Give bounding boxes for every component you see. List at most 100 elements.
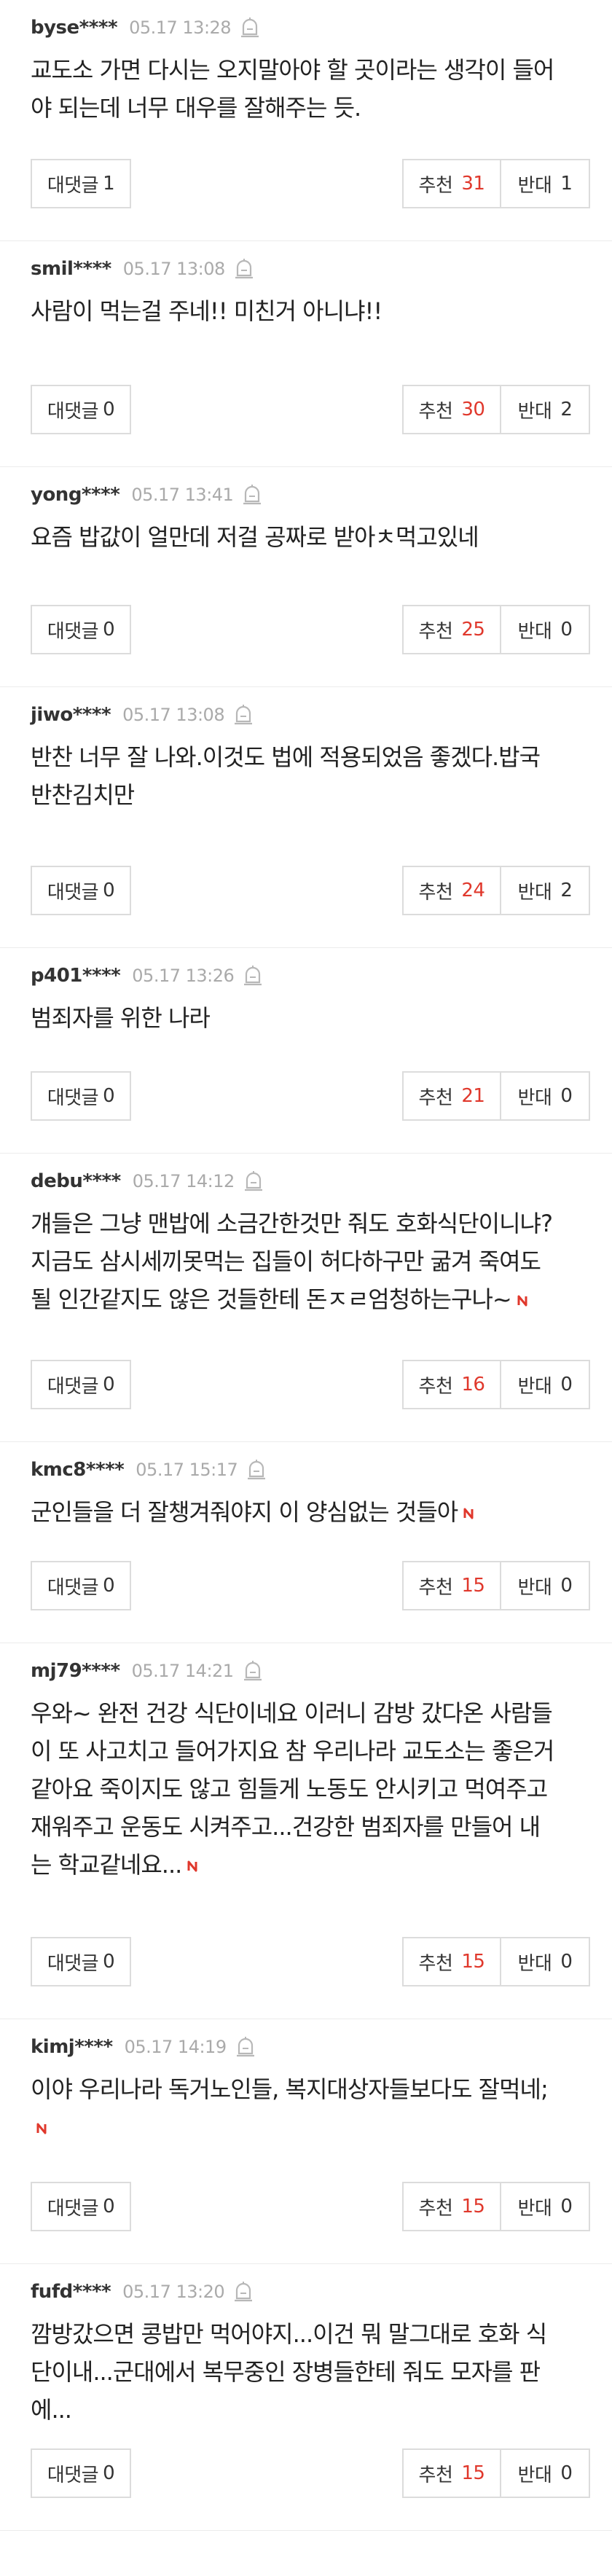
comment-text-segment: 에... [31, 2396, 72, 2424]
downvote-count: 1 [560, 173, 573, 195]
downvote-button[interactable]: 반대 0 [500, 605, 590, 654]
downvote-button[interactable]: 반대 0 [500, 1360, 590, 1409]
comment-item: kimj**** 05.17 14:19 이야 우리나라 독거노인들, 복지대상… [0, 2019, 612, 2264]
upvote-button[interactable]: 추천 16 [402, 1360, 501, 1409]
comment-author: debu**** [31, 1170, 121, 1192]
report-icon[interactable] [242, 484, 262, 506]
reply-button[interactable]: 대댓글 0 [31, 2182, 131, 2231]
reply-button[interactable]: 대댓글 0 [31, 866, 131, 915]
downvote-count: 0 [560, 619, 573, 641]
upvote-button-label: 추천 [418, 2464, 453, 2486]
downvote-button-label: 반대 [517, 1576, 552, 1599]
comment-text-segment: 깜방갔으면 콩밥만 먹어야지...이건 뭐 말그대로 호화 식 [31, 2320, 547, 2348]
comment-item: kmc8**** 05.17 15:17 군인들을 더 잘챙겨줘야지 이 양심없… [0, 1442, 612, 1643]
new-badge-icon [36, 2123, 47, 2134]
comment-author: kmc8**** [31, 1459, 125, 1481]
reply-button-label: 대댓글 [47, 2464, 99, 2486]
downvote-button[interactable]: 반대 0 [500, 2448, 590, 2498]
downvote-button[interactable]: 반대 0 [500, 1561, 590, 1610]
upvote-button-label: 추천 [418, 1087, 453, 1109]
reply-button[interactable]: 대댓글 0 [31, 1360, 131, 1409]
reply-button[interactable]: 대댓글 0 [31, 1071, 131, 1121]
report-icon[interactable] [243, 1660, 263, 1682]
upvote-button[interactable]: 추천 15 [402, 1561, 501, 1610]
comment-text: 군인들을 더 잘챙겨줘야지 이 양심없는 것들아 [31, 1493, 590, 1531]
downvote-button[interactable]: 반대 0 [500, 2182, 590, 2231]
upvote-button[interactable]: 추천 30 [402, 385, 501, 434]
reply-button[interactable]: 대댓글 1 [31, 159, 131, 208]
upvote-count: 16 [461, 1374, 485, 1395]
comment-text: 반찬 너무 잘 나와.이것도 법에 적용되었음 좋겠다.밥국 반찬김치만 [31, 738, 590, 814]
vote-group: 추천 16 반대 0 [402, 1360, 590, 1409]
report-icon[interactable] [234, 258, 254, 280]
comment-text-line: 요즘 밥값이 얼만데 저걸 공짜로 받아ㅊ먹고있네 [31, 518, 590, 556]
report-icon[interactable] [233, 2281, 254, 2303]
comment-text-line: 깜방갔으면 콩밥만 먹어야지...이건 뭐 말그대로 호화 식 [31, 2315, 590, 2353]
reply-button[interactable]: 대댓글 0 [31, 1561, 131, 1610]
report-icon[interactable] [235, 2036, 256, 2058]
comment-item: debu**** 05.17 14:12 걔들은 그냥 맨밥에 소금간한것만 줘… [0, 1154, 612, 1442]
upvote-button[interactable]: 추천 15 [402, 1937, 501, 1986]
reply-button-label: 대댓글 [47, 620, 99, 643]
reply-count: 0 [103, 2196, 115, 2217]
downvote-count: 0 [560, 2462, 573, 2484]
report-icon[interactable] [243, 1170, 264, 1192]
comment-item: p401**** 05.17 13:26 범죄자를 위한 나라 대댓글 0 추천 [0, 948, 612, 1154]
upvote-button[interactable]: 추천 15 [402, 2448, 501, 2498]
downvote-button[interactable]: 반대 1 [500, 159, 590, 208]
reply-button[interactable]: 대댓글 0 [31, 605, 131, 654]
comment-author: jiwo**** [31, 704, 111, 726]
downvote-button[interactable]: 반대 0 [500, 1937, 590, 1986]
comment-meta: fufd**** 05.17 13:20 [31, 2279, 590, 2305]
reply-count: 0 [103, 399, 115, 420]
downvote-button[interactable]: 반대 0 [500, 1071, 590, 1121]
comment-text-segment: 범죄자를 위한 나라 [31, 1004, 211, 1032]
comment-text-segment: 요즘 밥값이 얼만데 저걸 공짜로 받아ㅊ먹고있네 [31, 523, 479, 551]
upvote-button[interactable]: 추천 15 [402, 2182, 501, 2231]
new-badge-icon [187, 1860, 197, 1872]
comment-date: 05.17 13:41 [131, 485, 234, 505]
comment-item: jiwo**** 05.17 13:08 반찬 너무 잘 나와.이것도 법에 적… [0, 687, 612, 948]
upvote-button[interactable]: 추천 21 [402, 1071, 501, 1121]
downvote-button-label: 반대 [517, 2464, 552, 2486]
comment-date: 05.17 14:21 [131, 1661, 235, 1681]
reply-count: 0 [103, 1575, 115, 1597]
comment-text-line: 군인들을 더 잘챙겨줘야지 이 양심없는 것들아 [31, 1493, 590, 1531]
comment-item: byse**** 05.17 13:28 교도소 가면 다시는 오지말아야 할 … [0, 0, 612, 241]
upvote-button[interactable]: 추천 31 [402, 159, 501, 208]
vote-group: 추천 15 반대 0 [402, 2448, 590, 2498]
upvote-button[interactable]: 추천 25 [402, 605, 501, 654]
comment-actions: 대댓글 0 추천 15 반대 0 [31, 1561, 590, 1610]
comment-text-segment: 이야 우리나라 독거노인들, 복지대상자들보다도 잘먹네; [31, 2075, 549, 2103]
comment-actions: 대댓글 0 추천 25 반대 0 [31, 605, 590, 654]
upvote-count: 25 [461, 619, 485, 641]
reply-button[interactable]: 대댓글 0 [31, 385, 131, 434]
upvote-button[interactable]: 추천 24 [402, 866, 501, 915]
reply-button[interactable]: 대댓글 0 [31, 1937, 131, 1986]
report-icon[interactable] [246, 1459, 267, 1481]
downvote-button-label: 반대 [517, 1952, 552, 1975]
reply-button[interactable]: 대댓글 0 [31, 2448, 131, 2498]
comment-text-segment: 군인들을 더 잘챙겨줘야지 이 양심없는 것들아 [31, 1498, 458, 1526]
vote-group: 추천 31 반대 1 [402, 159, 590, 208]
comment-meta: jiwo**** 05.17 13:08 [31, 702, 590, 728]
downvote-button[interactable]: 반대 2 [500, 866, 590, 915]
downvote-button-label: 반대 [517, 1375, 552, 1398]
report-icon[interactable] [243, 965, 263, 987]
downvote-button-label: 반대 [517, 620, 552, 643]
comment-text-line: 에... [31, 2391, 590, 2429]
vote-group: 추천 15 반대 0 [402, 1561, 590, 1610]
report-icon[interactable] [240, 17, 260, 39]
comment-text-line: 범죄자를 위한 나라 [31, 999, 590, 1037]
comment-text-segment: 반찬김치만 [31, 781, 135, 809]
comment-text-line: 재워주고 운동도 시켜주고...건강한 범죄자를 만들어 내 [31, 1808, 590, 1846]
report-icon[interactable] [233, 704, 254, 726]
comment-text: 범죄자를 위한 나라 [31, 999, 590, 1037]
downvote-count: 0 [560, 1085, 573, 1107]
downvote-button[interactable]: 반대 2 [500, 385, 590, 434]
upvote-button-label: 추천 [418, 881, 453, 904]
downvote-button-label: 반대 [517, 174, 552, 197]
comment-text-segment: 교도소 가면 다시는 오지말아야 할 곳이라는 생각이 들어 [31, 56, 554, 84]
comment-text-line: 우와~ 완전 건강 식단이네요 이러니 감방 갔다온 사람들 [31, 1694, 590, 1732]
downvote-count: 0 [560, 1374, 573, 1395]
